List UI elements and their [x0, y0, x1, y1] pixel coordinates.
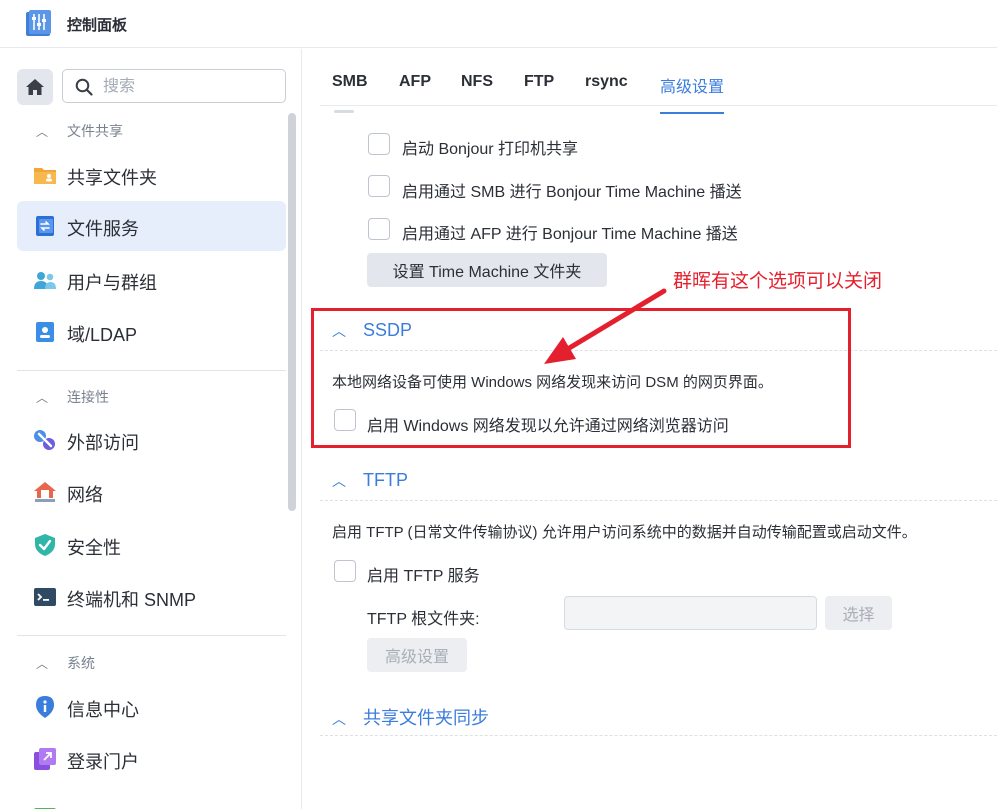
bonjour-afp-label: 启用通过 AFP 进行 Bonjour Time Machine 播送 [402, 226, 738, 243]
chevron-up-icon: ︿ [332, 711, 346, 727]
app-title: 控制面板 [67, 17, 128, 34]
chevron-up-icon: ︿ [36, 657, 49, 671]
sidebar: ︿文件共享 共享文件夹 文件服务 用户与群组 [0, 49, 302, 809]
sidebar-item-info-center[interactable]: 信息中心 [17, 682, 286, 732]
scrolled-content-edge [334, 110, 354, 113]
tftp-description: 启用 TFTP (日常文件传输协议) 允许用户访问系统中的数据并自动传输配置或启… [332, 524, 917, 541]
annotation-highlight-box [311, 308, 851, 448]
shield-icon [35, 534, 55, 556]
info-pin-icon [36, 696, 54, 718]
sidebar-item-terminal-snmp[interactable]: 终端机和 SNMP [17, 572, 286, 622]
tftp-option-label: 启用 TFTP 服务 [367, 568, 480, 585]
regional-options-icon [34, 808, 56, 809]
group-header-connectivity[interactable]: ︿ 连接性 [36, 387, 109, 407]
annotation-text: 群晖有这个选项可以关闭 [673, 271, 883, 292]
divider [17, 370, 286, 371]
tab-advanced-settings[interactable]: 高级设置 [660, 73, 725, 114]
sidebar-item-external-access[interactable]: 外部访问 [17, 415, 286, 465]
divider [17, 635, 286, 636]
search-icon [75, 78, 93, 96]
login-portal-icon [34, 748, 56, 770]
chevron-up-icon: ︿ [332, 473, 346, 489]
home-icon [26, 79, 44, 95]
tftp-section-header[interactable]: ︿ TFTP [332, 470, 408, 491]
users-icon [34, 272, 56, 289]
tab-afp[interactable]: AFP [399, 73, 431, 91]
sidebar-item-shared-folder[interactable]: 共享文件夹 [17, 150, 286, 200]
group-header-file-sharing[interactable]: ︿ 文件共享 [36, 121, 123, 141]
sidebar-item-security[interactable]: 安全性 [17, 520, 286, 570]
group-header-system[interactable]: ︿ 系统 [36, 653, 95, 673]
bonjour-printer-label: 启动 Bonjour 打印机共享 [402, 141, 579, 158]
home-button[interactable] [17, 69, 53, 105]
chevron-up-icon: ︿ [36, 125, 49, 139]
file-services-icon [36, 216, 54, 236]
id-card-icon [36, 322, 54, 342]
tftp-advanced-settings-button[interactable]: 高级设置 [367, 638, 467, 672]
sidebar-item-login-portal[interactable]: 登录门户 [17, 734, 286, 784]
shared-folder-sync-section-header[interactable]: ︿ 共享文件夹同步 [332, 704, 489, 730]
sidebar-scrollbar[interactable] [288, 113, 296, 511]
tab-smb[interactable]: SMB [332, 73, 368, 91]
chevron-up-icon: ︿ [36, 391, 49, 405]
sidebar-item-network[interactable]: 网络 [17, 467, 286, 517]
external-access-icon [34, 430, 55, 450]
bonjour-smb-label: 启用通过 SMB 进行 Bonjour Time Machine 播送 [402, 184, 742, 201]
network-house-icon [34, 482, 56, 502]
tab-ftp[interactable]: FTP [524, 73, 554, 91]
shared-folder-icon [34, 168, 56, 184]
tab-nfs[interactable]: NFS [461, 73, 493, 91]
tftp-root-folder-label: TFTP 根文件夹: [367, 611, 480, 628]
tab-bar: SMB AFP NFS FTP rsync 高级设置 [320, 60, 997, 114]
search-input[interactable] [103, 76, 273, 98]
control-panel-icon [26, 10, 51, 36]
tftp-checkbox[interactable] [334, 560, 356, 582]
search-box[interactable] [62, 69, 286, 103]
sidebar-item-users-groups[interactable]: 用户与群组 [17, 255, 286, 305]
sidebar-item-file-services[interactable]: 文件服务 [17, 201, 286, 251]
title-bar: 控制面板 [0, 0, 997, 48]
tftp-root-folder-input[interactable] [564, 596, 817, 630]
sidebar-item-partial [17, 789, 286, 809]
divider [320, 500, 997, 501]
tab-rsync[interactable]: rsync [585, 73, 628, 91]
time-machine-folder-button[interactable]: 设置 Time Machine 文件夹 [367, 253, 607, 287]
sidebar-item-domain-ldap[interactable]: 域/LDAP [17, 307, 286, 357]
bonjour-printer-checkbox[interactable] [368, 133, 390, 155]
tftp-select-button[interactable]: 选择 [825, 596, 892, 630]
bonjour-smb-checkbox[interactable] [368, 175, 390, 197]
bonjour-afp-checkbox[interactable] [368, 218, 390, 240]
divider [320, 735, 997, 736]
terminal-icon [34, 588, 56, 606]
